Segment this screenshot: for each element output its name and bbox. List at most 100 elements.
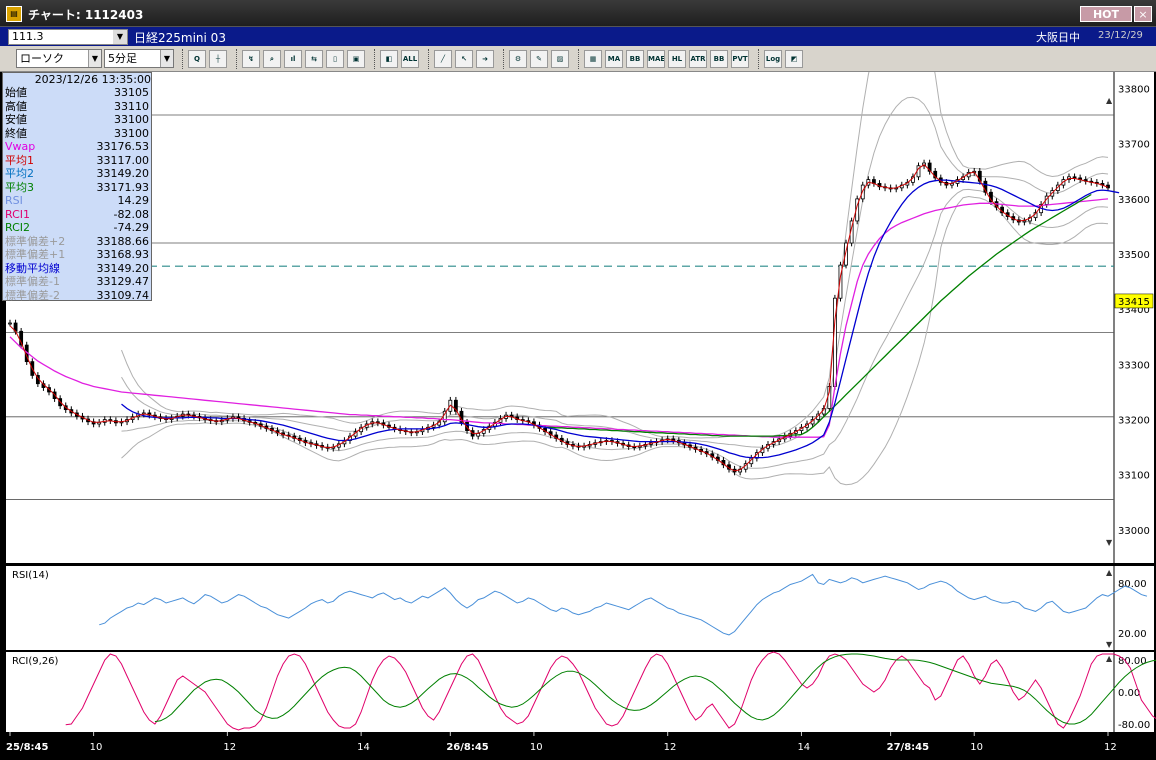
chart-type-select[interactable]: ローソク ▼ bbox=[16, 49, 102, 68]
x-tick-label: 10 bbox=[90, 742, 103, 753]
toolbar-separator bbox=[182, 49, 184, 69]
readout-row: RCI2 -74.29 bbox=[5, 221, 151, 234]
readout-value: 33105 bbox=[114, 86, 149, 99]
atr-icon[interactable]: ATR bbox=[689, 50, 707, 68]
readout-label: 移動平均線 bbox=[5, 261, 60, 275]
rci-tick-label: -80.00 bbox=[1118, 720, 1150, 731]
chart-type-value: ローソク bbox=[20, 52, 64, 65]
candle-compare-icon[interactable]: ◧ bbox=[380, 50, 398, 68]
interval-value: 5分足 bbox=[108, 52, 137, 65]
order-icon[interactable]: ⇆ bbox=[305, 50, 323, 68]
readout-row: 平均3 33171.93 bbox=[5, 181, 151, 194]
drawing-icon[interactable]: ↯ bbox=[242, 50, 260, 68]
hl-icon[interactable]: HL bbox=[668, 50, 686, 68]
rci-tick-label: 0.00 bbox=[1118, 688, 1140, 699]
rci-tick-label: 80.00 bbox=[1118, 656, 1147, 667]
panel-1-background bbox=[6, 72, 1154, 563]
readout-value: 33110 bbox=[114, 99, 149, 113]
readout-value: 33176.53 bbox=[96, 140, 150, 153]
crosshair-icon[interactable]: ┼ bbox=[209, 50, 227, 68]
session-name: 大阪日中 bbox=[1036, 31, 1080, 44]
y-tick-label: 33600 bbox=[1118, 195, 1150, 206]
x-tick-label: 14 bbox=[357, 742, 370, 753]
ma-icon[interactable]: MA bbox=[605, 50, 623, 68]
candle-icon[interactable]: ▣ bbox=[347, 50, 365, 68]
chevron-down-icon[interactable]: ▼ bbox=[113, 30, 127, 44]
x-tick-label: 10 bbox=[970, 742, 983, 753]
hot-button[interactable]: HOT bbox=[1080, 6, 1132, 22]
data-readout-panel: 2023/12/26 13:35:00 始値 33105 高値 33110 安値 3310… bbox=[2, 72, 152, 302]
readout-value: 33100 bbox=[114, 126, 149, 140]
all-icon[interactable]: ALL bbox=[401, 50, 419, 68]
bars-icon[interactable]: ıl bbox=[284, 50, 302, 68]
trendline-icon[interactable]: ╱ bbox=[434, 50, 452, 68]
readout-label: 終値 bbox=[5, 126, 27, 140]
readout-label: 標準偏差-2 bbox=[5, 288, 60, 302]
x-tick-label: 12 bbox=[1104, 742, 1117, 753]
session-date: 23/12/29 bbox=[1098, 30, 1143, 41]
readout-value: -74.29 bbox=[113, 221, 149, 234]
window-title: チャート: 1112403 bbox=[28, 8, 144, 22]
y-tick-label: 33500 bbox=[1118, 250, 1150, 261]
x-tick-label: 12 bbox=[223, 742, 236, 753]
title-bar: ▤ チャート: 1112403 HOT × bbox=[0, 0, 1156, 27]
readout-row: RCI1 -82.08 bbox=[5, 208, 151, 221]
readout-label: RSI bbox=[5, 194, 23, 207]
pvt-icon[interactable]: PVT bbox=[731, 50, 749, 68]
arrow-icon[interactable]: ➜ bbox=[476, 50, 494, 68]
readout-row: 標準偏差+1 33168.93 bbox=[5, 248, 151, 261]
settings-icon[interactable]: ⚙ bbox=[509, 50, 527, 68]
search-chart-icon[interactable]: ⌕ bbox=[263, 50, 281, 68]
close-button[interactable]: × bbox=[1134, 6, 1152, 22]
symbol-bar: 111.3 ▼ 日経225mini 03 大阪日中 23/12/29 bbox=[0, 27, 1156, 46]
readout-value: 33168.93 bbox=[96, 248, 150, 261]
readout-value: 33171.93 bbox=[96, 180, 150, 194]
bb-icon[interactable]: BB bbox=[626, 50, 644, 68]
interval-select[interactable]: 5分足 ▼ bbox=[104, 49, 174, 68]
color-icon[interactable]: ▨ bbox=[551, 50, 569, 68]
rsi-tick-label: 20.00 bbox=[1118, 629, 1147, 640]
readout-label: 平均2 bbox=[5, 167, 34, 180]
readout-row: Vwap 33176.53 bbox=[5, 140, 151, 153]
readout-label: 安値 bbox=[5, 113, 27, 126]
scroll-down-icon: ▼ bbox=[1106, 538, 1113, 547]
zoom-icon[interactable]: Q bbox=[188, 50, 206, 68]
readout-row: 平均1 33117.00 bbox=[5, 154, 151, 167]
symbol-code-select[interactable]: 111.3 ▼ bbox=[8, 29, 128, 45]
chevron-down-icon[interactable]: ▼ bbox=[160, 50, 173, 67]
toolbar-separator bbox=[758, 49, 760, 69]
bb2-icon[interactable]: BB bbox=[710, 50, 728, 68]
rci-title: RCI(9,26) bbox=[12, 656, 59, 667]
x-tick-label: 12 bbox=[664, 742, 677, 753]
y-tick-label: 33800 bbox=[1118, 85, 1150, 96]
ma-table-icon[interactable]: ▦ bbox=[584, 50, 602, 68]
lock-icon[interactable]: ▯ bbox=[326, 50, 344, 68]
readout-row: 移動平均線 33149.20 bbox=[5, 262, 151, 275]
readout-label: RCI1 bbox=[5, 207, 31, 221]
readout-label: 標準偏差+2 bbox=[5, 234, 66, 248]
readout-label: 始値 bbox=[5, 86, 27, 99]
readout-value: 33109.74 bbox=[96, 288, 150, 302]
x-tick-label: 10 bbox=[530, 742, 543, 753]
readout-value: 33100 bbox=[114, 113, 149, 126]
tools-icon[interactable]: ✎ bbox=[530, 50, 548, 68]
mae-icon[interactable]: MAE bbox=[647, 50, 665, 68]
symbol-name: 日経225mini 03 bbox=[134, 31, 226, 45]
readout-label: 標準偏差+1 bbox=[5, 248, 66, 261]
cursor-icon[interactable]: ↖ bbox=[455, 50, 473, 68]
chart-canvas[interactable]: 3300033100332003330033400335003360033700… bbox=[0, 72, 1156, 760]
window-icon[interactable]: ◩ bbox=[785, 50, 803, 68]
y-tick-label: 33000 bbox=[1118, 526, 1150, 537]
readout-value: 33149.20 bbox=[96, 167, 150, 180]
readout-value: 14.29 bbox=[117, 194, 150, 207]
candle bbox=[1022, 220, 1027, 223]
readout-row: 終値 33100 bbox=[5, 127, 151, 140]
toolbar-separator bbox=[428, 49, 430, 69]
toolbar-separator bbox=[236, 49, 238, 69]
chevron-down-icon[interactable]: ▼ bbox=[88, 50, 101, 67]
log-icon[interactable]: Log bbox=[764, 50, 782, 68]
readout-label: 平均3 bbox=[5, 180, 34, 194]
readout-row: 安値 33100 bbox=[5, 113, 151, 126]
readout-label: 高値 bbox=[5, 99, 27, 113]
y-tick-label: 33100 bbox=[1118, 471, 1150, 482]
